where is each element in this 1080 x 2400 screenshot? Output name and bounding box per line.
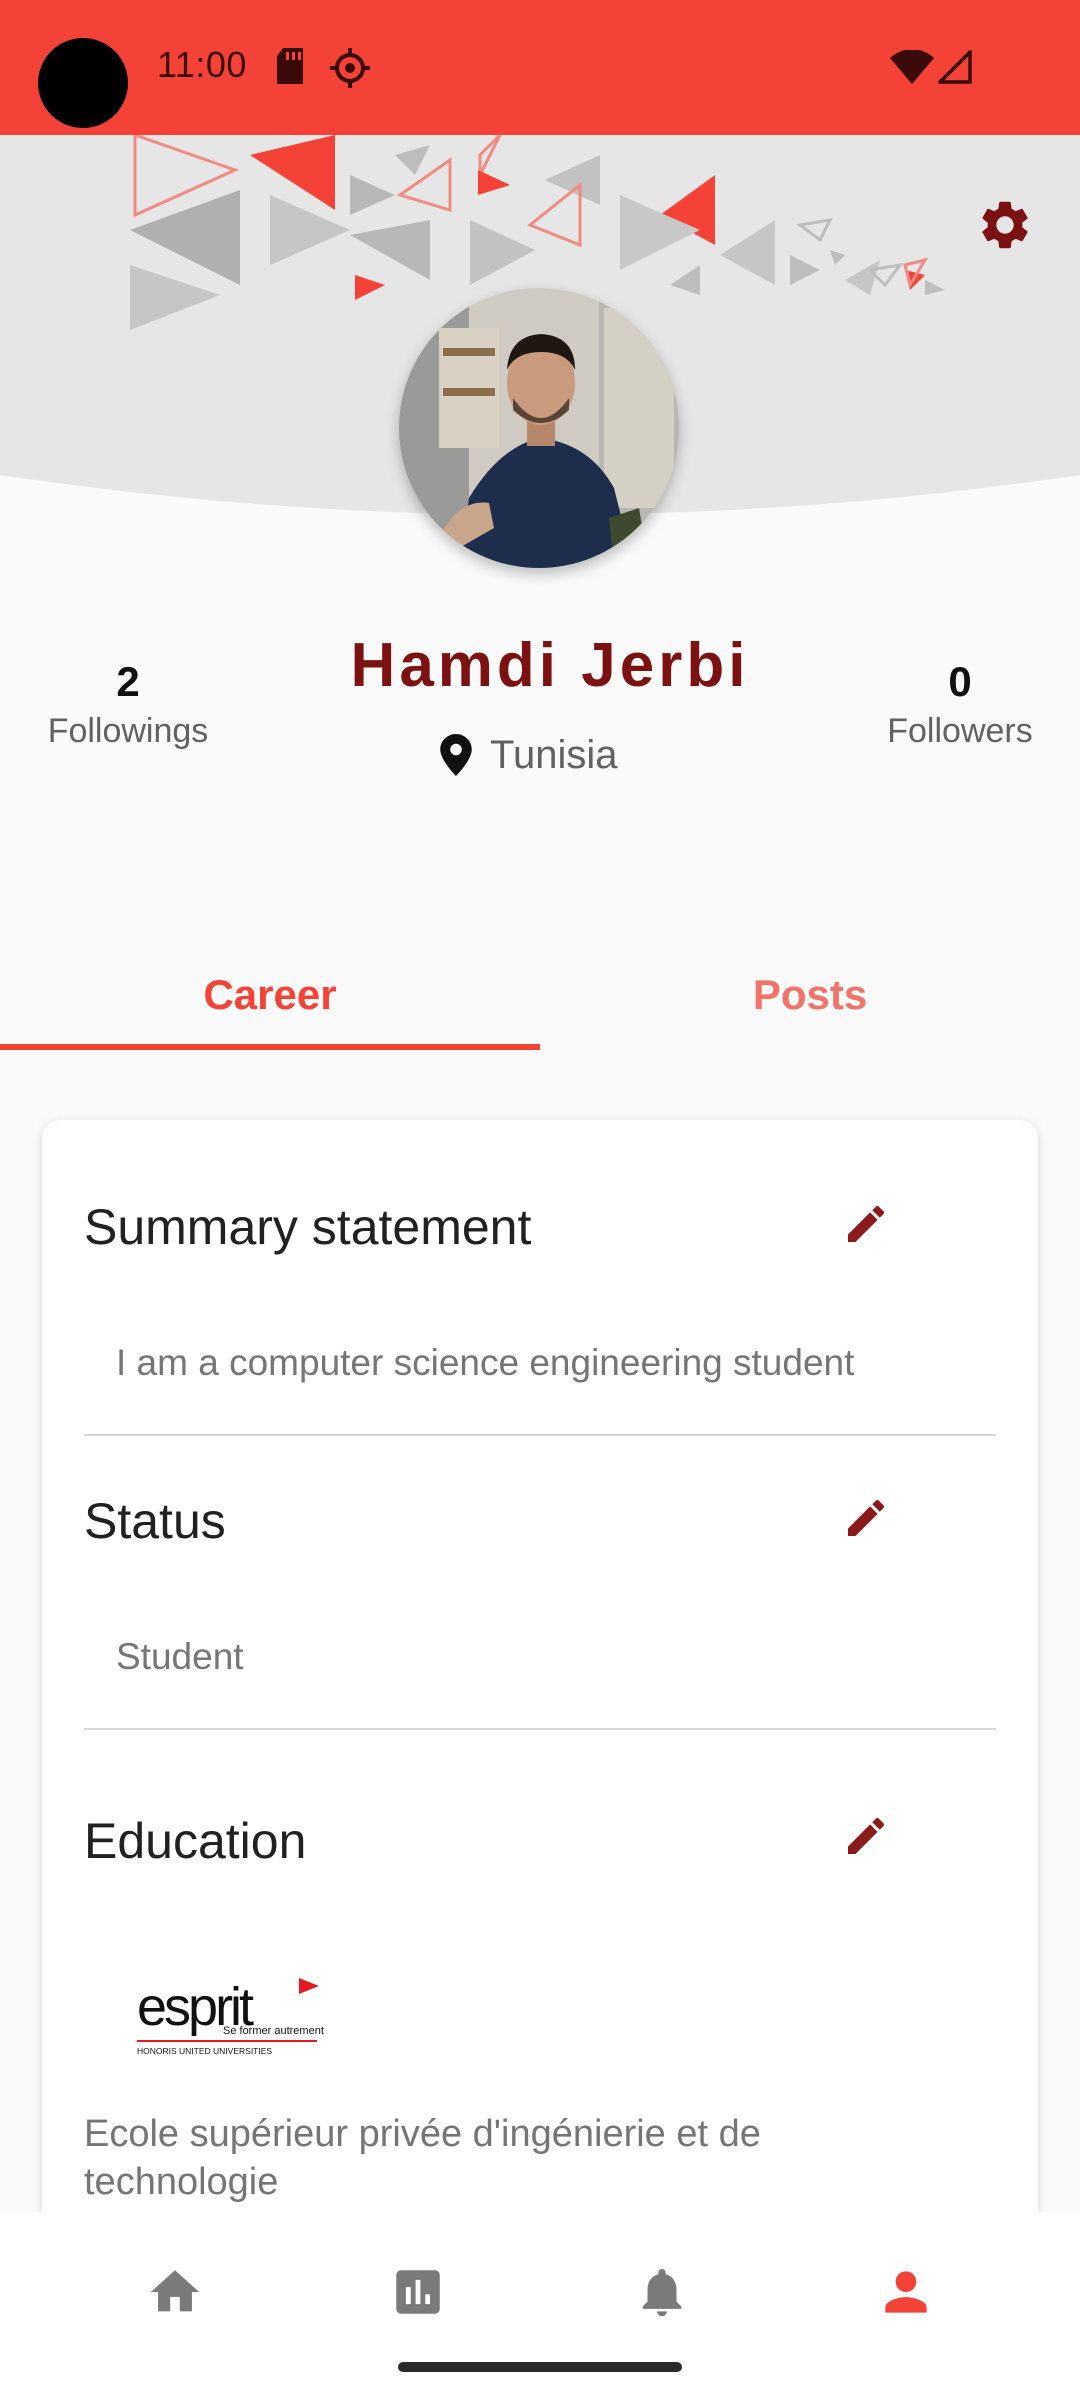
- status-text: Student: [116, 1636, 244, 1677]
- sd-card-icon: [275, 48, 305, 89]
- summary-text: I am a computer science engineering stud…: [116, 1342, 855, 1383]
- debug-icon: [330, 48, 370, 93]
- followers-stat[interactable]: 0 Followers: [830, 658, 1080, 751]
- pencil-icon: [848, 1205, 885, 1242]
- nav-profile[interactable]: [866, 2252, 946, 2332]
- wifi-icon: [890, 49, 934, 89]
- settings-button[interactable]: [965, 185, 1045, 265]
- person-icon: [885, 2271, 927, 2313]
- logo-footer: HONORIS UNITED UNIVERSITIES: [137, 2046, 272, 2056]
- nav-notifications[interactable]: [622, 2252, 702, 2332]
- avatar-photo: [399, 288, 679, 568]
- logo-tagline: Se former autrement: [223, 2025, 324, 2037]
- location-pin-icon: [440, 734, 472, 776]
- signal-icon: [935, 47, 972, 89]
- bell-icon: [642, 2269, 682, 2317]
- gear-icon: [982, 201, 1028, 249]
- pencil-icon: [848, 1499, 885, 1536]
- location-text: Tunisia: [490, 732, 618, 777]
- esprit-logo: esprit Se former autrement HONORIS UNITE…: [137, 1970, 337, 2060]
- nav-stats[interactable]: [378, 2252, 458, 2332]
- status-time: 11:00: [157, 44, 247, 85]
- pencil-icon: [848, 1817, 885, 1854]
- chart-icon: [396, 2270, 440, 2314]
- education-title: Education: [84, 1813, 307, 1869]
- summary-title: Summary statement: [84, 1199, 532, 1255]
- followings-label: Followings: [47, 712, 209, 750]
- edit-status-button[interactable]: [830, 1482, 902, 1554]
- status-bar: 11:00: [0, 0, 1080, 135]
- edit-education-button[interactable]: [830, 1800, 902, 1872]
- nav-home[interactable]: [135, 2252, 215, 2332]
- divider: [84, 1728, 996, 1730]
- followings-stat[interactable]: 2 Followings: [0, 658, 258, 751]
- profile-avatar[interactable]: [399, 288, 679, 568]
- career-card: Summary statement I am a computer scienc…: [42, 1120, 1038, 2320]
- divider: [84, 1434, 996, 1436]
- home-icon: [150, 2270, 200, 2312]
- followings-count: 2: [116, 658, 140, 705]
- tab-career[interactable]: Career: [0, 940, 540, 1050]
- followers-label: Followers: [887, 712, 1033, 750]
- profile-location: Tunisia: [440, 730, 617, 780]
- camera-cutout: [38, 38, 128, 128]
- status-title: Status: [84, 1493, 226, 1549]
- profile-name: Hamdi Jerbi: [350, 631, 750, 700]
- home-indicator: [398, 2362, 682, 2372]
- profile-tabs: Career Posts: [0, 940, 1080, 1050]
- education-school: Ecole supérieur privée d'ingénierie et d…: [84, 2113, 761, 2203]
- tab-posts[interactable]: Posts: [540, 940, 1080, 1050]
- followers-count: 0: [948, 658, 972, 705]
- tab-indicator: [0, 1044, 540, 1050]
- edit-summary-button[interactable]: [830, 1188, 902, 1260]
